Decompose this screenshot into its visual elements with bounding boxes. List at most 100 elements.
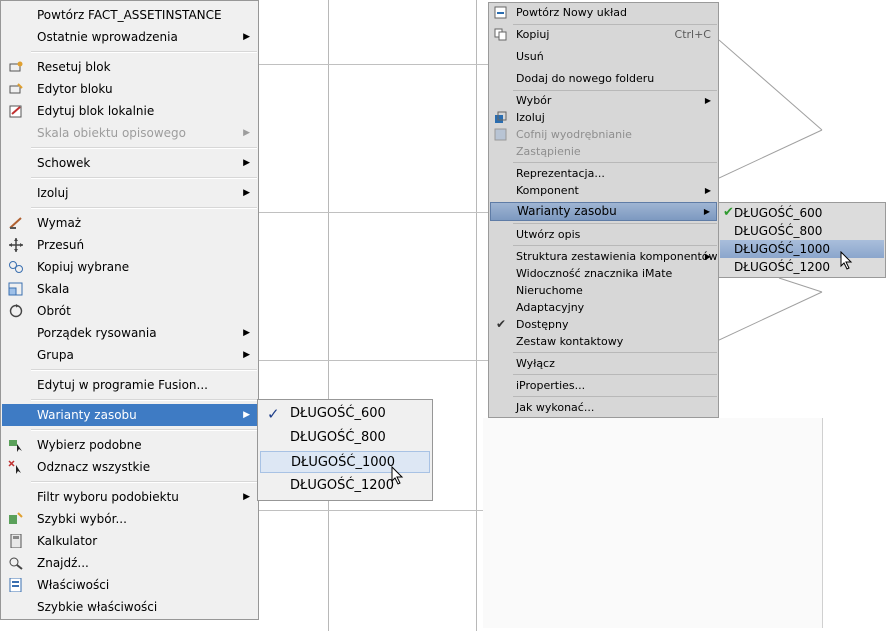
menu-item-annotative-scale[interactable]: Skala obiektu opisowego ▶ (2, 122, 258, 144)
menu-item-iproperties[interactable]: iProperties... (490, 377, 717, 394)
menu-item-copy-selection[interactable]: Kopiuj wybrane (2, 256, 258, 278)
menu-item-label: Ostatnie wprowadzenia (37, 30, 178, 44)
menu-item-erase[interactable]: Wymaż (2, 212, 258, 234)
menu-item-group[interactable]: Grupa ▶ (2, 344, 258, 366)
menu-item-how-to[interactable]: Jak wykonać... (490, 399, 717, 416)
variant-label: DŁUGOŚĆ_1200 (290, 478, 395, 493)
menu-item-asset-variants[interactable]: Warianty zasobu ▶ (490, 202, 717, 221)
menu-item-enabled[interactable]: ✔ Dostępny (490, 316, 717, 333)
menu-item-select-similar[interactable]: Wybierz podobne (2, 434, 258, 456)
properties-icon (9, 578, 22, 592)
menu-item-label: Znajdź... (37, 556, 89, 570)
menu-item-move[interactable]: Przesuń (2, 234, 258, 256)
scale-icon (8, 282, 23, 296)
menu-item-label: Warianty zasobu (517, 204, 617, 218)
menu-item-label: Edytuj w programie Fusion... (37, 378, 208, 392)
menu-item-label: Obrót (37, 304, 71, 318)
submenu-arrow-icon: ▶ (243, 128, 250, 138)
menu-item-component[interactable]: Komponent ▶ (490, 182, 717, 199)
variant-item-800[interactable]: DŁUGOŚĆ_800 (260, 427, 430, 449)
menu-separator (31, 147, 257, 149)
menu-item-delete[interactable]: Usuń (490, 48, 717, 65)
variant-label: DŁUGOŚĆ_800 (290, 430, 386, 445)
menu-item-label: Cofnij wyodrębnianie (516, 128, 632, 141)
menu-item-label: Filtr wyboru podobiektu (37, 490, 179, 504)
menu-item-reset-block[interactable]: Resetuj blok (2, 56, 258, 78)
menu-item-subobject-filter[interactable]: Filtr wyboru podobiektu ▶ (2, 486, 258, 508)
menu-item-label: Edytor bloku (37, 82, 113, 96)
menu-item-properties[interactable]: Właściwości (2, 574, 258, 596)
menu-item-selection[interactable]: Wybór ▶ (490, 92, 717, 109)
menu-separator (31, 207, 257, 209)
menu-item-label: Kopiuj wybrane (37, 260, 130, 274)
menu-item-quick-select[interactable]: Szybki wybór... (2, 508, 258, 530)
menu-item-undo-isolate[interactable]: Cofnij wyodrębnianie (490, 126, 717, 143)
menu-item-contact-set[interactable]: Zestaw kontaktowy (490, 333, 717, 350)
variant-item-1000[interactable]: DŁUGOŚĆ_1000 (720, 240, 884, 258)
submenu-arrow-icon: ▶ (703, 207, 710, 216)
menu-item-edit-in-fusion[interactable]: Edytuj w programie Fusion... (2, 374, 258, 396)
menu-item-grounded[interactable]: Nieruchome (490, 282, 717, 299)
inventor-context-menu: Powtórz Nowy układ Kopiuj Ctrl+C Usuń Dod… (488, 2, 719, 418)
menu-item-label: Adaptacyjny (516, 301, 585, 314)
menu-separator (31, 177, 257, 179)
menu-item-repeat-new-layout[interactable]: Powtórz Nowy układ (490, 4, 717, 21)
menu-item-rotate[interactable]: Obrót (2, 300, 258, 322)
menu-item-label: Skala obiektu opisowego (37, 126, 187, 140)
calculator-icon (10, 534, 22, 548)
submenu-arrow-icon: ▶ (243, 492, 250, 502)
drawing-grid-line (259, 212, 489, 213)
menu-item-adaptive[interactable]: Adaptacyjny (490, 299, 717, 316)
menu-item-label: Nieruchome (516, 284, 583, 297)
menu-item-draw-order[interactable]: Porządek rysowania ▶ (2, 322, 258, 344)
shortcut-label: Ctrl+C (674, 28, 711, 41)
variant-item-800[interactable]: DŁUGOŚĆ_800 (720, 222, 884, 240)
menu-item-suppress[interactable]: Wyłącz (490, 355, 717, 372)
checkmark-icon: ✔ (496, 317, 507, 331)
menu-item-asset-variants[interactable]: Warianty zasobu ▶ (2, 404, 258, 426)
menu-separator (31, 369, 257, 371)
variant-item-1200[interactable]: DŁUGOŚĆ_1200 (720, 258, 884, 276)
variant-item-600[interactable]: ✓ DŁUGOŚĆ_600 (260, 403, 430, 425)
variant-item-600[interactable]: ✔ DŁUGOŚĆ_600 (720, 204, 884, 222)
menu-item-label: Schowek (37, 156, 91, 170)
drawing-grid-line (259, 510, 489, 511)
menu-item-label: Utwórz opis (516, 228, 581, 241)
drawing-grid-line (476, 0, 477, 631)
menu-item-recent-input[interactable]: Ostatnie wprowadzenia ▶ (2, 26, 258, 48)
variant-label: DŁUGOŚĆ_800 (734, 224, 823, 238)
find-icon (9, 557, 23, 570)
menu-item-isolate[interactable]: Izoluj ▶ (2, 182, 258, 204)
menu-separator (31, 399, 257, 401)
drawing-grid-line (328, 0, 329, 631)
menu-item-quick-properties[interactable]: Szybkie właściwości (2, 596, 258, 618)
menu-item-copy[interactable]: Kopiuj Ctrl+C (490, 26, 717, 43)
menu-item-scale[interactable]: Skala (2, 278, 258, 300)
menu-separator (31, 429, 257, 431)
menu-item-clipboard[interactable]: Schowek ▶ (2, 152, 258, 174)
quick-select-icon (9, 512, 23, 524)
mouse-pointer-icon (391, 466, 404, 485)
menu-item-label: Dodaj do nowego folderu (516, 72, 655, 85)
menu-item-deselect-all[interactable]: Odznacz wszystkie (2, 456, 258, 478)
menu-item-label: Właściwości (37, 578, 110, 592)
menu-item-create-note[interactable]: Utwórz opis (490, 226, 717, 243)
menu-item-substitutes[interactable]: Zastąpienie (490, 143, 717, 160)
menu-item-block-editor[interactable]: Edytor bloku (2, 78, 258, 100)
menu-item-label: Edytuj blok lokalnie (37, 104, 155, 118)
menu-item-calculator[interactable]: Kalkulator (2, 530, 258, 552)
menu-item-label: Szybkie właściwości (37, 600, 158, 614)
menu-item-refedit[interactable]: Edytuj blok lokalnie (2, 100, 258, 122)
menu-separator (513, 374, 717, 375)
repeat-icon (494, 6, 507, 19)
menu-item-repeat[interactable]: Powtórz FACT_ASSETINSTANCE (2, 4, 258, 26)
menu-item-representation[interactable]: Reprezentacja... (490, 165, 717, 182)
menu-item-imate-glyph-visibility[interactable]: Widoczność znacznika iMate (490, 265, 717, 282)
checkmark-icon: ✔ (723, 205, 734, 220)
drawing-viewport-shadow (483, 418, 823, 628)
menu-item-find[interactable]: Znajdź... (2, 552, 258, 574)
menu-item-add-to-new-folder[interactable]: Dodaj do nowego folderu (490, 70, 717, 87)
menu-item-isolate[interactable]: Izoluj (490, 109, 717, 126)
menu-item-bom-structure[interactable]: Struktura zestawienia komponentów ▶ (490, 248, 718, 265)
copy-icon (9, 261, 23, 273)
